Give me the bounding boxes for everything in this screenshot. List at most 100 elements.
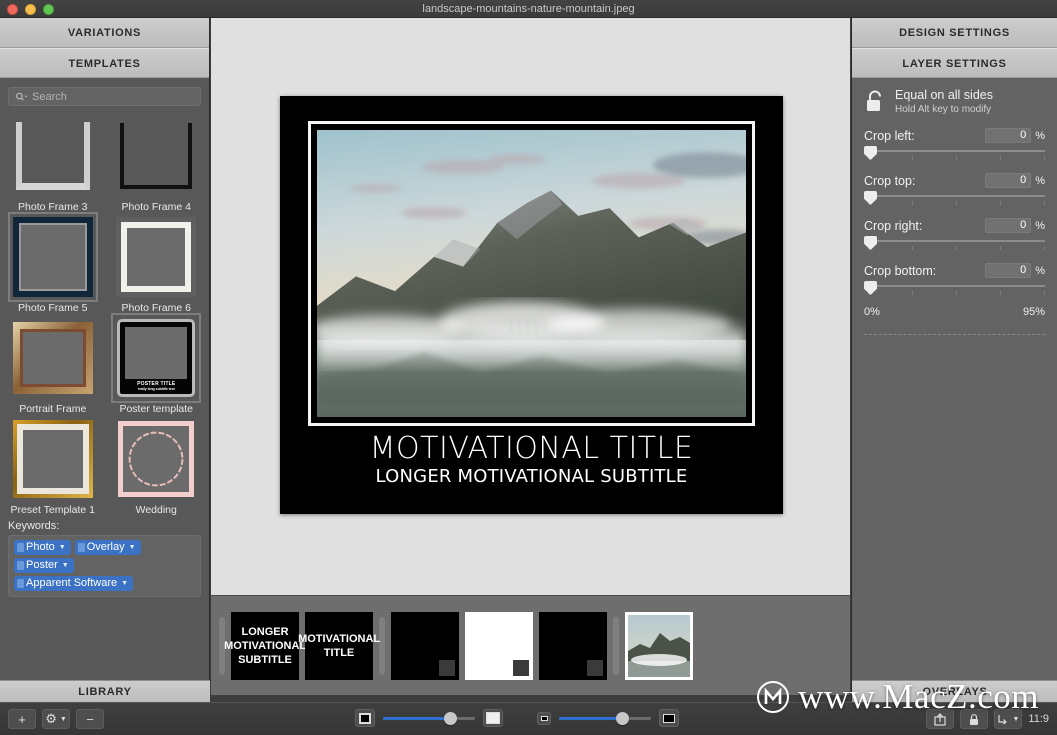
crop-left-slider[interactable] (864, 146, 1045, 163)
tab-layer-settings[interactable]: LAYER SETTINGS (852, 48, 1057, 78)
resize-icon (998, 714, 1008, 724)
photo-image (317, 130, 746, 417)
filmstrip-item-subtitle-layer[interactable]: LONGER MOTIVATIONAL SUBTITLE (224, 611, 307, 680)
crop-bottom-input[interactable]: 0 (985, 263, 1032, 278)
library-button[interactable]: LIBRARY (0, 680, 210, 702)
export-button[interactable] (926, 709, 955, 729)
small-border-icon[interactable] (355, 709, 375, 727)
search-input[interactable]: Search (8, 87, 201, 106)
zoom-in-icon[interactable] (659, 709, 679, 727)
filmstrip-item-black-layer-2[interactable] (539, 611, 607, 680)
border-size-slider[interactable] (383, 710, 475, 726)
filmstrip-item-photo-layer[interactable] (625, 611, 693, 680)
crop-left-label: Crop left: (864, 128, 915, 143)
keyword-tag-overlay[interactable]: Overlay ▼ (74, 540, 141, 555)
equal-sides-hint: Hold Alt key to modify (895, 104, 992, 115)
slider-track (868, 240, 1045, 242)
crop-top-input[interactable]: 0 (985, 173, 1032, 188)
template-item-portrait-frame[interactable]: Portrait Frame (6, 316, 100, 415)
zoom-out-icon[interactable] (537, 711, 551, 725)
slider-track (868, 150, 1045, 152)
slider-track (868, 195, 1045, 197)
crop-right-unit: % (1035, 219, 1045, 232)
bottom-toolbar: + ⚙ ▼ − ▼ 11:9 (0, 702, 1057, 735)
filmstrip-item-white-layer[interactable] (465, 611, 533, 680)
photo-frame (308, 121, 755, 426)
slider-fill (559, 717, 622, 720)
template-label: Photo Frame 3 (18, 201, 88, 213)
filmstrip-photo-thumbnail (628, 614, 690, 677)
template-label: Poster template (119, 403, 194, 415)
template-thumbnail (114, 114, 198, 198)
equal-sides-row[interactable]: Equal on all sides Hold Alt key to modif… (864, 88, 1045, 116)
template-label: Portrait Frame (19, 403, 87, 415)
app-window: landscape-mountains-nature-mountain.jpeg… (0, 0, 1057, 735)
template-item-wedding[interactable]: Wedding (110, 417, 204, 516)
slider-knob[interactable] (443, 712, 457, 725)
filmstrip-item-black-layer-1[interactable] (391, 611, 459, 680)
lock-open-icon (867, 90, 881, 111)
tab-design-settings[interactable]: DESIGN SETTINGS (852, 18, 1057, 48)
tab-templates[interactable]: TEMPLATES (0, 48, 209, 78)
crop-bottom-slider[interactable] (864, 281, 1045, 298)
chevron-down-icon: ▼ (128, 544, 136, 551)
crop-range-row: 0% 95% (864, 306, 1045, 318)
template-item-poster-template[interactable]: POSTER TITLE really long subtitle text P… (110, 313, 204, 415)
lock-aspect-button[interactable] (960, 709, 989, 729)
crop-right-label: Crop right: (864, 218, 923, 233)
remove-button[interactable]: − (76, 709, 104, 729)
chevron-down-icon: ▼ (59, 715, 67, 723)
crop-right-slider[interactable] (864, 236, 1045, 253)
poster-thumb-subtitle: really long subtitle text (137, 387, 175, 391)
filmstrip-item-label: LONGER MOTIVATIONAL SUBTITLE (224, 625, 307, 666)
template-item-photo-frame-5[interactable]: Photo Frame 5 (6, 212, 100, 314)
template-thumbnail (11, 417, 95, 501)
settings-gear-button[interactable]: ⚙ ▼ (42, 709, 70, 729)
layer-badge-icon (513, 659, 529, 676)
canvas-area[interactable]: MOTIVATIONAL TITLE LONGER MOTIVATIONAL S… (211, 18, 850, 595)
template-thumbnail (7, 212, 98, 302)
slider-track (868, 285, 1045, 287)
keyword-tag-poster[interactable]: Poster ▼ (14, 558, 74, 573)
slider-ticks (868, 201, 1045, 205)
crop-right-row: Crop right: 0 % (864, 218, 1045, 233)
poster-canvas[interactable]: MOTIVATIONAL TITLE LONGER MOTIVATIONAL S… (280, 96, 783, 514)
overlays-button[interactable]: OVERLAYS (852, 680, 1057, 702)
template-label: Photo Frame 6 (121, 302, 191, 314)
window-title: landscape-mountains-nature-mountain.jpeg (422, 3, 635, 15)
add-button[interactable]: + (8, 709, 36, 729)
tab-variations[interactable]: VARIATIONS (0, 18, 209, 48)
large-border-icon[interactable] (483, 709, 503, 727)
keyword-tag-photo[interactable]: Photo ▼ (14, 540, 71, 555)
resize-button[interactable]: ▼ (994, 709, 1023, 729)
template-item-photo-frame-6[interactable]: Photo Frame 6 (110, 215, 204, 314)
gear-icon: ⚙ (45, 711, 57, 726)
template-label: Photo Frame 4 (121, 201, 191, 213)
template-thumbnail (11, 114, 95, 198)
layer-settings-body: Equal on all sides Hold Alt key to modif… (852, 78, 1057, 335)
keywords-box[interactable]: Photo ▼ Overlay ▼ Poster ▼ Apparent Soft… (8, 535, 201, 597)
template-item-photo-frame-4[interactable]: Photo Frame 4 (110, 114, 204, 213)
export-icon (934, 712, 947, 726)
poster-title[interactable]: MOTIVATIONAL TITLE (280, 432, 783, 466)
crop-top-slider[interactable] (864, 191, 1045, 208)
template-thumbnail (11, 316, 95, 400)
template-item-preset-template-1[interactable]: Preset Template 1 (6, 417, 100, 516)
lock-icon (970, 713, 979, 725)
chevron-down-icon: ▼ (61, 562, 69, 569)
filmstrip-item-title-layer[interactable]: MOTIVATIONAL TITLE (298, 611, 380, 680)
keyword-label: Apparent Software (26, 577, 118, 589)
keyword-tag-apparent-software[interactable]: Apparent Software ▼ (14, 576, 134, 591)
template-label: Photo Frame 5 (18, 302, 88, 314)
zoom-slider[interactable] (559, 710, 651, 726)
slider-knob[interactable] (616, 712, 630, 725)
filmstrip-handle[interactable] (613, 616, 619, 675)
template-item-photo-frame-3[interactable]: Photo Frame 3 (6, 114, 100, 213)
search-container: Search (0, 78, 209, 112)
layers-filmstrip[interactable]: LONGER MOTIVATIONAL SUBTITLE MOTIVATIONA… (211, 595, 850, 695)
poster-subtitle[interactable]: LONGER MOTIVATIONAL SUBTITLE (280, 466, 783, 487)
search-icon (16, 92, 28, 101)
crop-right-input[interactable]: 0 (985, 218, 1032, 233)
toolbar-right-group: ▼ 11:9 (926, 709, 1049, 729)
crop-left-input[interactable]: 0 (985, 128, 1032, 143)
